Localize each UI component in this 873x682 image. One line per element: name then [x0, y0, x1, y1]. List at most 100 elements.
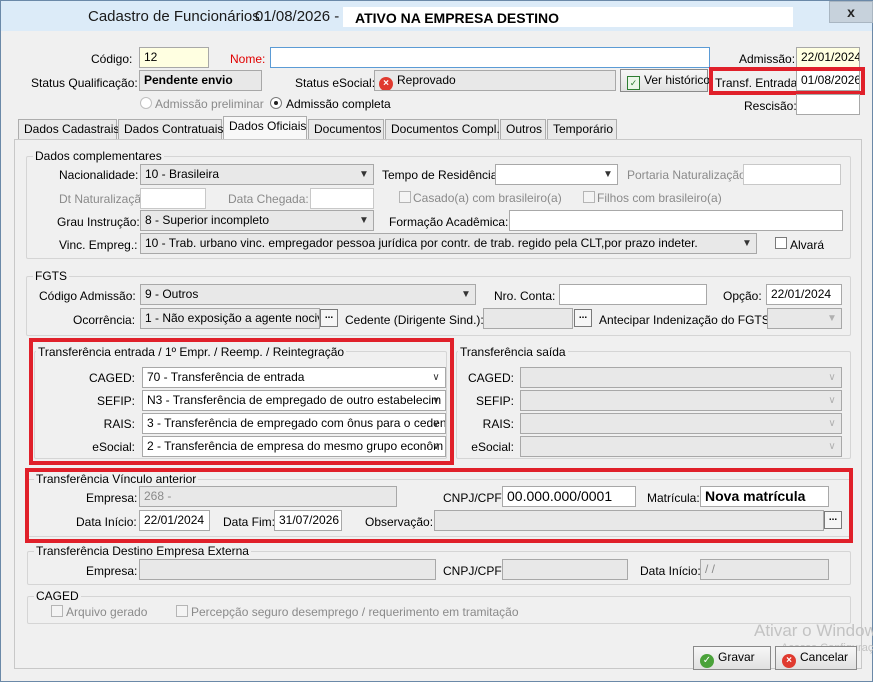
vinc-empreg-select[interactable]: 10 - Trab. urbano vinc. empregador pesso…: [140, 233, 757, 254]
portaria-field[interactable]: [743, 164, 841, 185]
observacao-field[interactable]: [434, 510, 824, 531]
cnpj-anterior-field[interactable]: 00.000.000/0001: [502, 486, 636, 507]
chevron-down-icon: ▼: [461, 289, 471, 300]
chevron-down-icon: ∨: [828, 441, 836, 452]
sefip-entrada-select[interactable]: N3 - Transferência de empregado de outro…: [142, 390, 446, 411]
rescisao-field[interactable]: [796, 94, 860, 115]
nome-field[interactable]: [270, 47, 710, 68]
cnpj-anterior-label: CNPJ/CPF:: [443, 491, 506, 505]
rais-saida-select[interactable]: ∨: [520, 413, 842, 434]
cedente-field[interactable]: [483, 308, 573, 329]
cancelar-button[interactable]: × Cancelar: [775, 646, 857, 670]
tab-dados-oficiais[interactable]: Dados Oficiais: [223, 116, 307, 140]
observacao-lookup-button[interactable]: ...: [824, 511, 842, 529]
ocorrencia-lookup-button[interactable]: ...: [320, 309, 338, 327]
admissao-preliminar-label: Admissão preliminar: [155, 97, 264, 111]
grau-instrucao-value: 8 - Superior incompleto: [145, 213, 270, 227]
esocial-entrada-label: eSocial:: [92, 440, 135, 454]
esocial-saida-select[interactable]: ∨: [520, 436, 842, 457]
caged-entrada-label: CAGED:: [88, 371, 135, 385]
filhos-label: Filhos com brasileiro(a): [597, 191, 722, 205]
nro-conta-field[interactable]: [559, 284, 707, 305]
casado-label: Casado(a) com brasileiro(a): [413, 191, 562, 205]
grau-instrucao-label: Grau Instrução:: [57, 215, 140, 229]
data-fim-field[interactable]: 31/07/2026: [274, 510, 342, 531]
chevron-down-icon: ▼: [742, 238, 752, 249]
tempo-residencia-label: Tempo de Residência:: [382, 168, 501, 182]
chevron-down-icon: ▼: [359, 169, 369, 180]
activation-watermark-line1: Ativar o Windows: [754, 621, 873, 640]
chevron-down-icon: ▼: [827, 313, 837, 324]
arquivo-gerado-checkbox[interactable]: [51, 605, 63, 617]
esocial-entrada-select[interactable]: 2 - Transferência de empresa do mesmo gr…: [142, 436, 446, 457]
tab-outros[interactable]: Outros: [500, 119, 546, 139]
dt-naturalizacao-field[interactable]: [140, 188, 206, 209]
chevron-down-icon: ▼: [603, 169, 613, 180]
percepcao-checkbox[interactable]: [176, 605, 188, 617]
percepcao-label: Percepção seguro desemprego / requerimen…: [191, 605, 519, 619]
data-inicio-field[interactable]: 22/01/2024: [139, 510, 210, 531]
codigo-admissao-label: Código Admissão:: [39, 289, 136, 303]
data-chegada-field[interactable]: [310, 188, 374, 209]
admissao-field[interactable]: 22/01/2024: [796, 47, 860, 68]
ocorrencia-label: Ocorrência:: [73, 313, 136, 327]
caged-title: CAGED: [34, 589, 81, 603]
data-inicio-destino-field[interactable]: / /: [700, 559, 829, 580]
sefip-saida-select[interactable]: ∨: [520, 390, 842, 411]
admissao-completa-radio[interactable]: [270, 97, 282, 109]
opcao-field[interactable]: 22/01/2024: [766, 284, 842, 305]
chevron-down-icon: ∨: [828, 372, 836, 383]
filhos-checkbox[interactable]: [583, 191, 595, 203]
tab-documentos-compl[interactable]: Documentos Compl.: [385, 119, 500, 139]
status-banner: ATIVO NA EMPRESA DESTINO: [343, 7, 793, 27]
esocial-saida-label: eSocial:: [471, 440, 514, 454]
cedente-label: Cedente (Dirigente Sind.):: [345, 313, 484, 327]
sefip-entrada-value: N3 - Transferência de empregado de outro…: [147, 393, 442, 407]
transf-entrada-field[interactable]: 01/08/2026: [796, 70, 860, 91]
nacionalidade-select[interactable]: 10 - Brasileira ▼: [140, 164, 374, 185]
tab-dados-cadastrais[interactable]: Dados Cadastrais: [18, 119, 119, 139]
grau-instrucao-select[interactable]: 8 - Superior incompleto ▼: [140, 210, 374, 231]
checkmark-icon: ✓: [700, 654, 714, 668]
data-inicio-label: Data Início:: [76, 515, 137, 529]
formacao-field[interactable]: [509, 210, 843, 231]
opcao-label: Opção:: [723, 289, 762, 303]
ver-historico-button[interactable]: ✓ Ver histórico: [620, 69, 710, 92]
close-button[interactable]: x: [829, 1, 873, 23]
x-circle-icon: ×: [379, 77, 393, 90]
ellipsis-icon: ...: [324, 310, 334, 321]
status-qualificacao-label: Status Qualificação:: [31, 76, 138, 90]
ellipsis-icon: ...: [828, 512, 838, 523]
empresa-destino-field[interactable]: [139, 559, 436, 580]
nro-conta-label: Nro. Conta:: [494, 289, 556, 303]
ocorrencia-field[interactable]: 1 - Não exposição a agente nocivo: [140, 308, 320, 329]
observacao-label: Observação:: [365, 515, 434, 529]
tempo-residencia-select[interactable]: ▼: [495, 164, 618, 185]
tab-temporario[interactable]: Temporário: [547, 119, 617, 139]
antecipar-select[interactable]: ▼: [767, 308, 842, 329]
main-window: Cadastro de Funcionários 01/08/2026 - AT…: [0, 0, 873, 682]
casado-checkbox[interactable]: [399, 191, 411, 203]
codigo-field[interactable]: 12: [139, 47, 209, 68]
cedente-lookup-button[interactable]: ...: [574, 309, 592, 327]
empresa-anterior-field[interactable]: 268 -: [139, 486, 397, 507]
admissao-preliminar-radio[interactable]: [140, 97, 152, 109]
dados-complementares-title: Dados complementares: [33, 149, 164, 163]
destino-externa-title: Transferência Destino Empresa Externa: [34, 544, 251, 558]
gravar-label: Gravar: [718, 650, 755, 664]
caged-saida-label: CAGED:: [467, 371, 514, 385]
caged-saida-select[interactable]: ∨: [520, 367, 842, 388]
cnpj-destino-field[interactable]: [502, 559, 628, 580]
tab-documentos[interactable]: Documentos: [308, 119, 384, 139]
alvara-checkbox[interactable]: [775, 237, 787, 249]
codigo-admissao-select[interactable]: 9 - Outros ▼: [140, 284, 476, 305]
window-title-date: 01/08/2026 -: [255, 8, 340, 25]
matricula-field[interactable]: Nova matrícula: [700, 486, 829, 507]
gravar-button[interactable]: ✓ Gravar: [693, 646, 771, 670]
caged-entrada-select[interactable]: 70 - Transferência de entrada ∨: [142, 367, 446, 388]
codigo-admissao-value: 9 - Outros: [145, 287, 199, 301]
cancel-icon: ×: [782, 654, 796, 668]
tab-dados-contratuais[interactable]: Dados Contratuais: [118, 119, 223, 139]
chevron-down-icon: ∨: [828, 395, 836, 406]
rais-entrada-select[interactable]: 3 - Transferência de empregado com ônus …: [142, 413, 446, 434]
